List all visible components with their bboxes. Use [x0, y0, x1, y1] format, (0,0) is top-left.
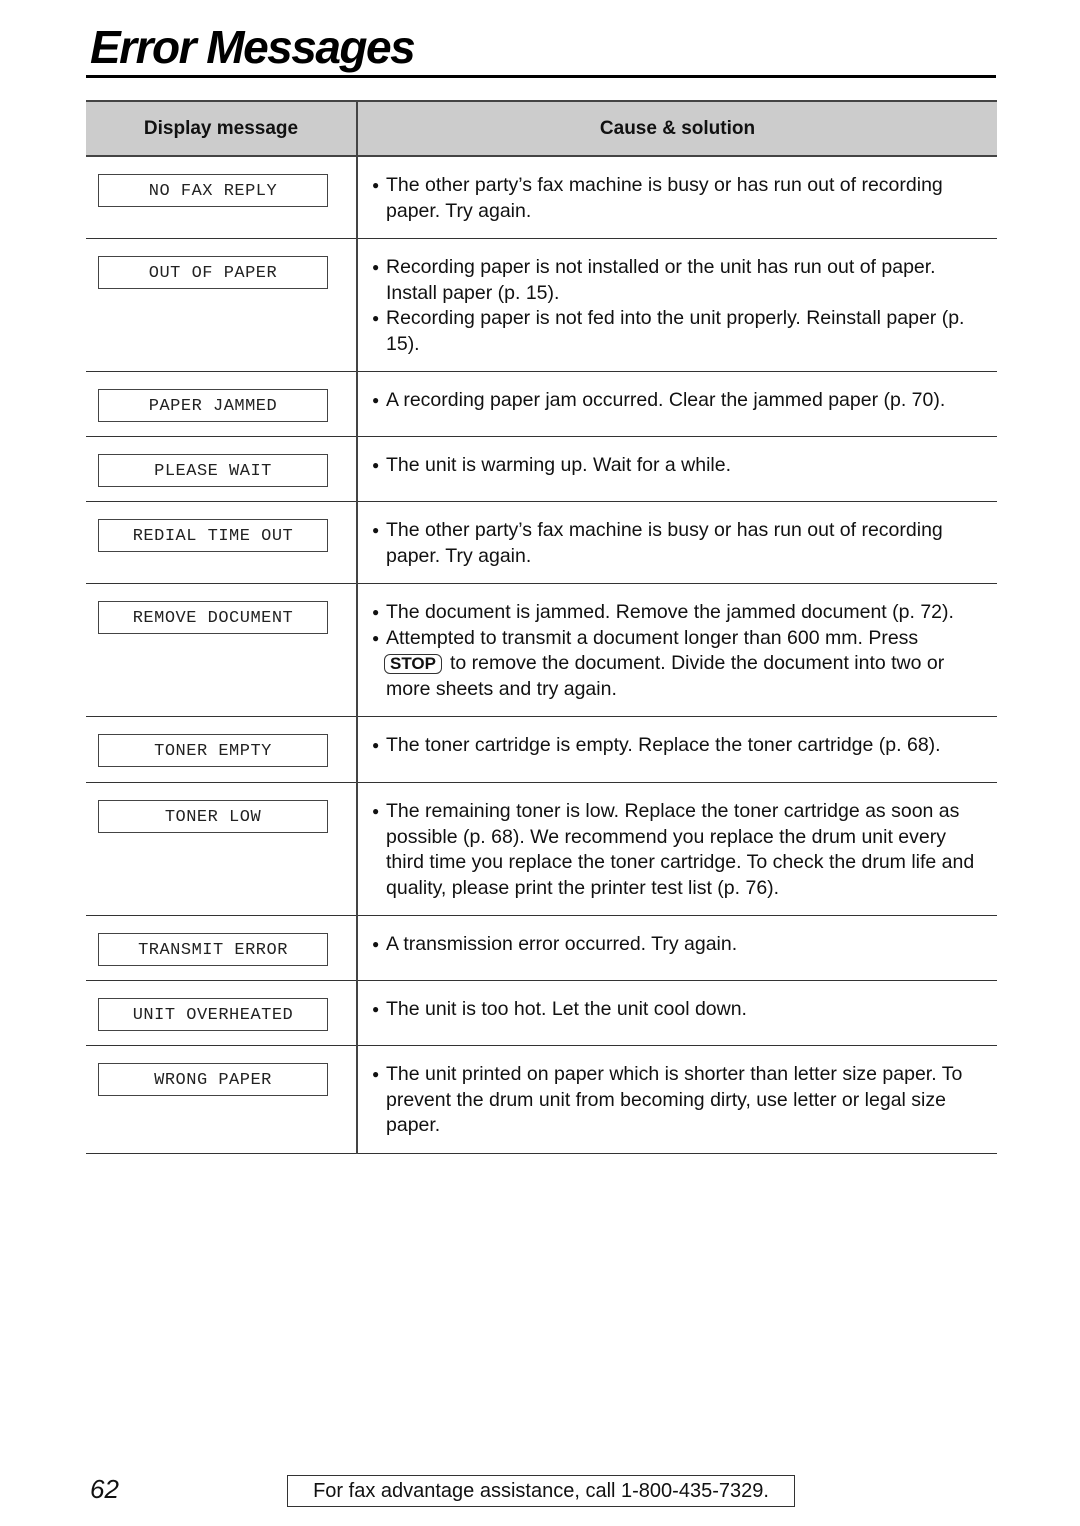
- display-message: TRANSMIT ERROR: [98, 933, 328, 966]
- page-title: Error Messages: [90, 21, 416, 73]
- cause-item: Attempted to transmit a document longer …: [372, 626, 983, 703]
- table-row: PLEASE WAIT The unit is warming up. Wait…: [86, 436, 997, 502]
- table-row: WRONG PAPER The unit printed on paper wh…: [86, 1045, 997, 1154]
- table-header-row: Display message Cause & solution: [86, 100, 997, 157]
- cause-text: Attempted to transmit a document longer …: [386, 626, 919, 649]
- display-message: PAPER JAMMED: [98, 389, 328, 422]
- cause-item: The remaining toner is low. Replace the …: [372, 799, 983, 901]
- table-row: TONER LOW The remaining toner is low. Re…: [86, 782, 997, 916]
- display-message: REMOVE DOCUMENT: [98, 601, 328, 634]
- header-cause-solution: Cause & solution: [357, 100, 997, 157]
- cause-item: The unit is too hot. Let the unit cool d…: [372, 997, 983, 1023]
- cause-item: The unit printed on paper which is short…: [372, 1062, 983, 1139]
- page-number: 62: [90, 1474, 119, 1504]
- table-row: TRANSMIT ERROR A transmission error occu…: [86, 915, 997, 981]
- cause-item: Recording paper is not fed into the unit…: [372, 306, 983, 357]
- display-message: WRONG PAPER: [98, 1063, 328, 1096]
- header-display-message: Display message: [86, 100, 358, 157]
- display-message: OUT OF PAPER: [98, 256, 328, 289]
- cause-item: The other party’s fax machine is busy or…: [372, 518, 983, 569]
- table-row: REMOVE DOCUMENT The document is jammed. …: [86, 583, 997, 717]
- cause-item: The unit is warming up. Wait for a while…: [372, 453, 983, 479]
- table-row: REDIAL TIME OUT The other party’s fax ma…: [86, 501, 997, 584]
- cause-item: The other party’s fax machine is busy or…: [372, 173, 983, 224]
- error-messages-table: Display message Cause & solution NO FAX …: [86, 100, 997, 1154]
- cause-item: A recording paper jam occurred. Clear th…: [372, 388, 983, 414]
- table-row: NO FAX REPLY The other party’s fax machi…: [86, 156, 997, 239]
- cause-item: The toner cartridge is empty. Replace th…: [372, 733, 983, 759]
- display-message: REDIAL TIME OUT: [98, 519, 328, 552]
- cause-item: A transmission error occurred. Try again…: [372, 932, 983, 958]
- display-message: UNIT OVERHEATED: [98, 998, 328, 1031]
- table-row: UNIT OVERHEATED The unit is too hot. Let…: [86, 980, 997, 1046]
- display-message: PLEASE WAIT: [98, 454, 328, 487]
- cause-item: The document is jammed. Remove the jamme…: [372, 600, 983, 626]
- table-row: OUT OF PAPER Recording paper is not inst…: [86, 238, 997, 372]
- table-row: PAPER JAMMED A recording paper jam occur…: [86, 371, 997, 437]
- display-message: TONER EMPTY: [98, 734, 328, 767]
- display-message: TONER LOW: [98, 800, 328, 833]
- footer-assistance-note: For fax advantage assistance, call 1-800…: [287, 1475, 795, 1507]
- cause-text: to remove the document. Divide the docum…: [386, 652, 945, 700]
- display-message: NO FAX REPLY: [98, 174, 328, 207]
- cause-item: Recording paper is not installed or the …: [372, 255, 983, 306]
- table-row: TONER EMPTY The toner cartridge is empty…: [86, 716, 997, 783]
- title-rule: [86, 75, 996, 78]
- stop-key-icon: STOP: [384, 654, 442, 674]
